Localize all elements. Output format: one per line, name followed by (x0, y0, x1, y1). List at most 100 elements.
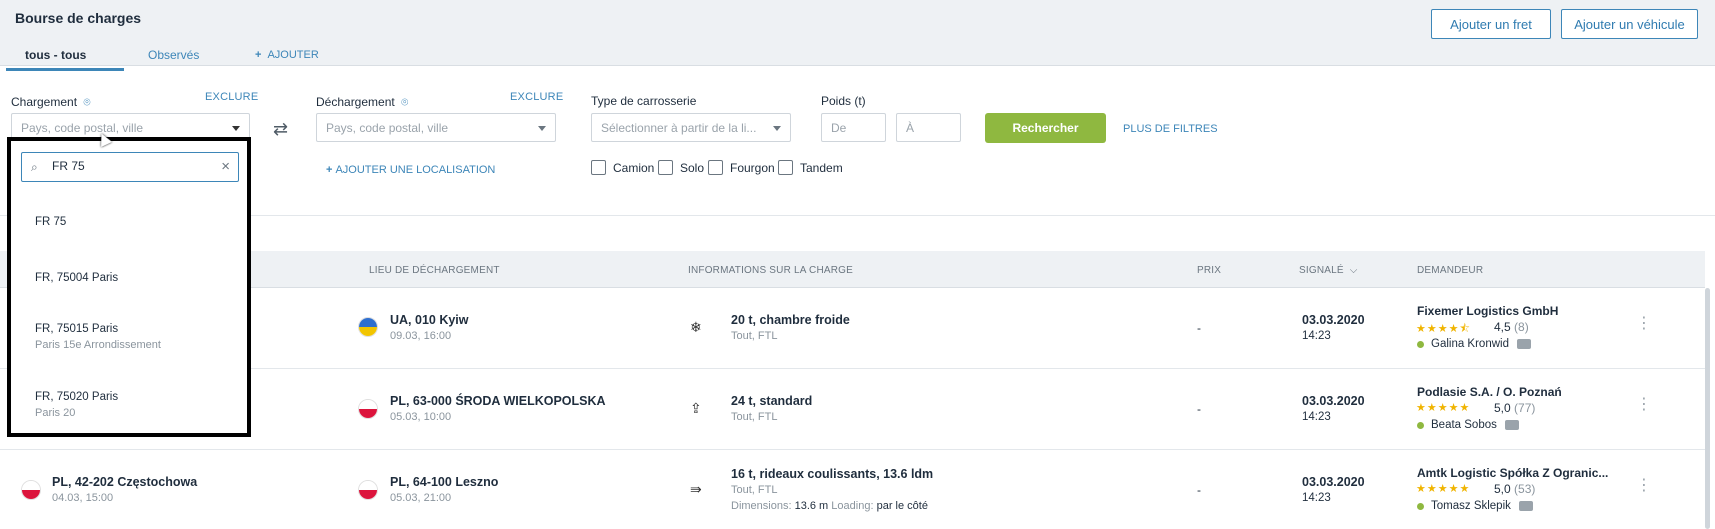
more-options-icon[interactable]: ⋮ (1636, 397, 1652, 413)
vehicle-type-fourgon[interactable]: Fourgon (708, 160, 775, 175)
col-price: PRIX (1197, 265, 1222, 276)
table-row[interactable]: PL, 42-202 Częstochowa 04.03, 15:00 PL, … (0, 450, 1705, 529)
chat-icon[interactable] (1504, 420, 1519, 430)
vehicle-type-camion[interactable]: Camion (591, 160, 654, 175)
side-load-icon: ⇛ (690, 481, 702, 497)
weight-from-input[interactable]: De (821, 113, 886, 142)
plus-icon: + (326, 164, 333, 176)
chat-icon[interactable] (1516, 339, 1531, 349)
dropdown-option[interactable]: FR, 75004 Paris (35, 272, 118, 284)
more-options-icon[interactable]: ⋮ (1636, 478, 1652, 494)
col-info: INFORMATIONS SUR LA CHARGE (688, 265, 854, 276)
weight-to-input[interactable]: À (896, 113, 961, 142)
loading-place: PL, 42-202 Częstochowa (52, 475, 198, 489)
chat-icon[interactable] (1518, 501, 1533, 511)
close-icon[interactable]: × (221, 158, 230, 175)
tab-add[interactable]: + AJOUTER (255, 49, 319, 61)
cargo-sub: Tout, FTL (731, 411, 778, 423)
loading-exclude-link[interactable]: EXCLURE (205, 91, 258, 103)
location-search-input[interactable] (52, 159, 212, 173)
add-location-link[interactable]: + AJOUTER UNE LOCALISATION (326, 164, 495, 176)
search-button[interactable]: Rechercher (985, 113, 1106, 143)
cargo-sub: Tout, FTL (731, 330, 778, 342)
company-name[interactable]: Podlasie S.A. / O. Poznań (1417, 385, 1562, 399)
flag-ua-icon (358, 317, 378, 337)
flag-pl-icon (358, 399, 378, 419)
unloading-date: 09.03, 16:00 (390, 330, 452, 342)
upload-icon: ⇪ (690, 400, 702, 416)
rating-stars-icon: ★★★★★ (1416, 402, 1471, 414)
contact-person[interactable]: Galina Kronwid (1417, 338, 1531, 350)
checkbox[interactable] (778, 160, 793, 175)
table-row[interactable]: PL, 63-000 ŚRODA WIELKOPOLSKA 05.03, 10:… (0, 369, 1705, 450)
rating-value: 4,5 (8) (1494, 320, 1529, 334)
col-requester: DEMANDEUR (1417, 265, 1484, 276)
top-bar: Bourse de charges Ajouter un fret Ajoute… (0, 0, 1715, 66)
swap-icon[interactable]: ⇄ (273, 119, 288, 140)
flag-pl-icon (21, 480, 41, 500)
more-filters-link[interactable]: PLUS DE FILTRES (1123, 123, 1218, 135)
chevron-down-icon: ⌵ (1349, 265, 1358, 276)
body-type-label: Type de carrosserie (591, 94, 697, 108)
chevron-down-icon (232, 126, 240, 131)
add-vehicle-button[interactable]: Ajouter un véhicule (1561, 9, 1698, 39)
rating-value: 5,0 (77) (1494, 401, 1536, 415)
dropdown-option[interactable]: FR 75 (35, 216, 66, 228)
tab-observed[interactable]: Observés (148, 48, 199, 62)
location-pin-icon: ⌾ (401, 95, 409, 109)
checkbox[interactable] (658, 160, 673, 175)
rating-stars-icon: ★★★★⯪ (1416, 323, 1471, 335)
unloading-place: PL, 63-000 ŚRODA WIELKOPOLSKA (390, 394, 606, 408)
unloading-date: 05.03, 10:00 (390, 411, 452, 423)
rating-stars-icon: ★★★★★ (1416, 483, 1471, 495)
unloading-label: Déchargement ⌾ (316, 95, 409, 109)
checkbox[interactable] (591, 160, 606, 175)
loading-date: 04.03, 15:00 (52, 492, 114, 504)
page-title: Bourse de charges (15, 10, 142, 26)
price: - (1197, 402, 1201, 416)
chevron-down-icon (773, 126, 781, 131)
unloading-exclude-link[interactable]: EXCLURE (510, 91, 563, 103)
company-name[interactable]: Amtk Logistic Spółka Z Ogranic... (1417, 466, 1608, 480)
rating-value: 5,0 (53) (1494, 482, 1536, 496)
cargo-info: 20 t, chambre froide (731, 313, 850, 327)
unloading-date: 05.03, 21:00 (390, 492, 452, 504)
results-table-header: LIEU DE DÉCHARGEMENT INFORMATIONS SUR LA… (0, 251, 1705, 288)
cargo-info: 24 t, standard (731, 394, 813, 408)
flag-pl-icon (358, 480, 378, 500)
company-name[interactable]: Fixemer Logistics GmbH (1417, 304, 1558, 318)
contact-person[interactable]: Tomasz Sklepik (1417, 500, 1533, 512)
table-row[interactable]: UA, 010 Kyiw 09.03, 16:00 ❄ 20 t, chambr… (0, 288, 1705, 369)
vehicle-type-solo[interactable]: Solo (658, 160, 704, 175)
unloading-place: PL, 64-100 Leszno (390, 475, 499, 489)
dropdown-option[interactable]: FR, 75015 Paris (35, 323, 118, 335)
snowflake-icon: ❄ (690, 319, 702, 335)
tab-all[interactable]: tous - tous (25, 48, 86, 62)
unloading-location-select[interactable]: Pays, code postal, ville (316, 113, 556, 142)
dropdown-option[interactable]: FR, 75020 Paris (35, 391, 118, 403)
col-reported[interactable]: SIGNALÉ ⌵ (1299, 265, 1358, 276)
vehicle-type-tandem[interactable]: Tandem (778, 160, 843, 175)
location-pin-icon: ⌾ (83, 95, 91, 109)
add-freight-button[interactable]: Ajouter un fret (1431, 9, 1551, 39)
reported-date: 03.03.2020 (1302, 313, 1365, 327)
more-options-icon[interactable]: ⋮ (1636, 316, 1652, 332)
online-status-icon (1417, 502, 1424, 510)
dropdown-option-sub: Paris 20 (35, 407, 76, 419)
vertical-scrollbar[interactable] (1705, 288, 1710, 529)
reported-time: 14:23 (1302, 330, 1331, 342)
online-status-icon (1417, 421, 1424, 429)
reported-time: 14:23 (1302, 492, 1331, 504)
body-type-select[interactable]: Sélectionner à partir de la li... (591, 113, 791, 142)
location-search-field[interactable]: ⌕ × (21, 152, 239, 182)
cargo-info: 16 t, rideaux coulissants, 13.6 ldm (731, 467, 934, 481)
col-unloading: LIEU DE DÉCHARGEMENT (369, 265, 500, 276)
cargo-dimensions: Dimensions: 13.6 m Loading: par le côté (731, 500, 928, 512)
reported-date: 03.03.2020 (1302, 394, 1365, 408)
weight-label: Poids (t) (821, 94, 866, 108)
dropdown-option-sub: Paris 15e Arrondissement (35, 339, 161, 351)
checkbox[interactable] (708, 160, 723, 175)
loading-label: Chargement ⌾ (11, 95, 91, 109)
unloading-place: UA, 010 Kyiw (390, 313, 469, 327)
contact-person[interactable]: Beata Sobos (1417, 419, 1519, 431)
